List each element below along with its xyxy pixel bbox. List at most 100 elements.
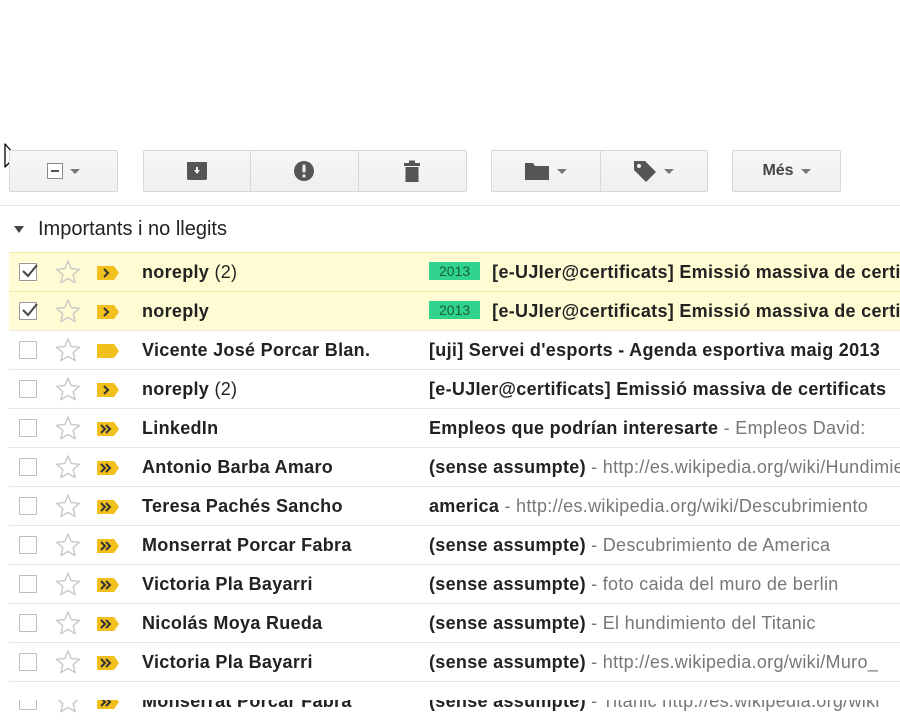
row-checkbox[interactable] <box>19 614 37 632</box>
star-icon[interactable] <box>55 532 81 558</box>
importance-marker-icon[interactable] <box>96 577 120 593</box>
email-subject-line: [e-UJIer@certificats] Emissió massiva de… <box>429 379 900 400</box>
report-spam-button[interactable] <box>250 151 358 191</box>
label-badge[interactable]: 2013 <box>429 262 481 280</box>
email-subject-line: (sense assumpte) - Descubrimiento de Ame… <box>429 535 900 556</box>
move-to-button[interactable] <box>492 151 600 191</box>
email-sender: Vicente José Porcar Blan. <box>142 340 426 361</box>
email-subject-line: 2013 [e-UJIer@certificats] Emissió massiv… <box>429 301 900 322</box>
email-subject-line: [uji] Servei d'esports - Agenda esportiv… <box>429 340 900 361</box>
row-checkbox[interactable] <box>19 302 38 320</box>
row-checkbox[interactable] <box>19 341 37 359</box>
email-sender: Nicolás Moya Rueda <box>142 613 426 634</box>
sender-name: Victoria Pla Bayarri <box>142 574 313 594</box>
section-title: Importants i no llegits <box>38 217 227 240</box>
email-snippet: - http://es.wikipedia.org/wiki/Hundimien… <box>585 457 900 477</box>
list-clip <box>0 688 900 700</box>
select-menu-button[interactable] <box>9 150 118 192</box>
email-sender: Victoria Pla Bayarri <box>142 652 426 673</box>
email-row[interactable]: Monserrat Porcar Fabra (sense assumpte) … <box>9 681 900 720</box>
email-row[interactable]: Vicente José Porcar Blan. [uji] Servei d… <box>9 330 900 369</box>
sender-name: Antonio Barba Amaro <box>142 457 334 477</box>
sender-name: Teresa Pachés Sancho <box>142 496 343 516</box>
email-subject: (sense assumpte) <box>429 457 586 477</box>
row-checkbox[interactable] <box>19 653 37 671</box>
sender-name: Nicolás Moya Rueda <box>142 613 323 633</box>
archive-button[interactable] <box>144 151 251 191</box>
archive-icon <box>187 162 208 180</box>
delete-button[interactable] <box>357 151 466 191</box>
row-checkbox[interactable] <box>19 497 37 515</box>
star-icon[interactable] <box>55 337 81 363</box>
email-row[interactable]: Teresa Pachés Sancho america - http://es… <box>9 486 900 525</box>
email-row[interactable]: Antonio Barba Amaro (sense assumpte) - h… <box>9 447 900 486</box>
row-checkbox[interactable] <box>19 419 37 437</box>
importance-marker-icon[interactable] <box>96 343 120 359</box>
sender-name: LinkedIn <box>142 418 219 438</box>
email-snippet: - foto caida del muro de berlin <box>585 574 839 594</box>
more-button-label: Més <box>762 162 794 179</box>
importance-marker-icon[interactable] <box>96 421 120 437</box>
email-subject-line: (sense assumpte) - El hundimiento del Ti… <box>429 613 900 634</box>
email-row[interactable]: Victoria Pla Bayarri (sense assumpte) - … <box>9 642 900 681</box>
email-row[interactable]: Nicolás Moya Rueda (sense assumpte) - El… <box>9 603 900 642</box>
star-icon[interactable] <box>55 610 81 636</box>
star-icon[interactable] <box>55 415 81 441</box>
collapse-triangle-icon[interactable] <box>14 225 24 233</box>
row-checkbox[interactable] <box>19 263 38 281</box>
email-subject-line: 2013 [e-UJIer@certificats] Emissió massiv… <box>429 262 900 283</box>
email-sender: Monserrat Porcar Fabra <box>142 535 426 556</box>
email-sender: noreply <box>142 301 426 322</box>
chevron-down-icon <box>70 168 80 174</box>
email-subject: Empleos que podrían interesarte <box>429 418 719 438</box>
email-row[interactable]: Monserrat Porcar Fabra (sense assumpte) … <box>9 525 900 564</box>
importance-marker-icon[interactable] <box>96 655 120 671</box>
row-checkbox[interactable] <box>19 458 37 476</box>
email-row[interactable]: Victoria Pla Bayarri (sense assumpte) - … <box>9 564 900 603</box>
select-all-checkbox-icon[interactable] <box>47 163 63 179</box>
thread-count: (2) <box>214 262 238 282</box>
importance-marker-icon[interactable] <box>96 460 120 476</box>
row-checkbox[interactable] <box>19 380 37 398</box>
email-sender: noreply (2) <box>142 379 426 400</box>
importance-marker-icon[interactable] <box>96 499 120 515</box>
importance-marker-icon[interactable] <box>96 616 120 632</box>
report-spam-icon <box>294 161 315 181</box>
message-actions-group <box>143 150 467 192</box>
importance-marker-icon[interactable] <box>96 382 120 398</box>
more-button[interactable]: Més <box>732 150 841 192</box>
star-icon[interactable] <box>55 376 81 402</box>
email-row[interactable]: noreply (2) 2013 [e-UJIer@certificats] Emi… <box>9 252 900 291</box>
sender-name: noreply <box>142 301 210 321</box>
section-header[interactable]: Importants i no llegits <box>14 215 227 243</box>
row-checkbox[interactable] <box>19 575 37 593</box>
importance-marker-icon[interactable] <box>96 304 120 320</box>
email-subject: (sense assumpte) <box>429 535 586 555</box>
email-sender: LinkedIn <box>142 418 426 439</box>
star-icon[interactable] <box>55 571 81 597</box>
thread-count: (2) <box>214 379 238 399</box>
star-icon[interactable] <box>55 259 81 285</box>
email-sender: Victoria Pla Bayarri <box>142 574 426 595</box>
sender-name: Victoria Pla Bayarri <box>142 652 313 672</box>
sender-name: noreply <box>142 379 210 399</box>
importance-marker-icon[interactable] <box>96 265 120 281</box>
email-row[interactable]: noreply 2013 [e-UJIer@certificats] Emissi… <box>9 291 900 330</box>
importance-marker-icon[interactable] <box>96 538 120 554</box>
star-icon[interactable] <box>55 454 81 480</box>
email-subject: [e-UJIer@certificats] Emissió massiva de… <box>429 379 887 399</box>
email-subject: [uji] Servei d'esports - Agenda esportiv… <box>429 340 881 360</box>
row-checkbox[interactable] <box>19 536 37 554</box>
chevron-down-icon <box>664 168 675 174</box>
label-badge[interactable]: 2013 <box>429 301 481 319</box>
action-toolbar: Més <box>0 150 900 194</box>
labels-button[interactable] <box>599 151 707 191</box>
email-row[interactable]: LinkedIn Empleos que podrían interesarte… <box>9 408 900 447</box>
email-row[interactable]: noreply (2) [e-UJIer@certificats] Emissió… <box>9 369 900 408</box>
star-icon[interactable] <box>55 298 81 324</box>
star-icon[interactable] <box>55 493 81 519</box>
email-snippet: - Empleos David: <box>718 418 866 438</box>
email-sender: Antonio Barba Amaro <box>142 457 426 478</box>
star-icon[interactable] <box>55 649 81 675</box>
chevron-down-icon <box>800 168 811 174</box>
